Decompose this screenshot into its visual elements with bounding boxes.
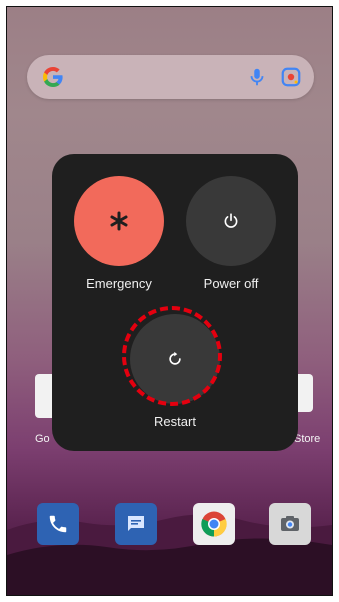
restart-icon (169, 351, 181, 365)
power-icon (224, 213, 238, 228)
power-off-button[interactable] (186, 176, 276, 266)
phone-app-icon[interactable] (37, 503, 79, 545)
message-icon (128, 516, 144, 531)
power-menu-dialog: Emergency Power off Restart (52, 154, 298, 451)
home-screen: Go Store Emergency Power off Restart (6, 6, 333, 596)
dock (7, 503, 332, 551)
lens-icon[interactable] (280, 66, 302, 88)
google-g-icon (43, 67, 63, 87)
restart-label: Restart (154, 414, 196, 429)
background-widget-right-label: Store (294, 433, 321, 445)
restart-button[interactable] (130, 314, 220, 404)
emergency-label: Emergency (86, 276, 152, 291)
chrome-icon (201, 511, 227, 537)
chrome-app-icon[interactable] (193, 503, 235, 545)
power-off-label: Power off (203, 276, 259, 291)
asterisk-icon (110, 211, 128, 231)
emergency-button[interactable] (74, 176, 164, 266)
phone-icon (49, 515, 67, 533)
background-widget-left-label: Go (35, 433, 50, 445)
camera-icon (281, 516, 299, 531)
mic-icon[interactable] (246, 66, 268, 88)
messages-app-icon[interactable] (115, 503, 157, 545)
camera-app-icon[interactable] (269, 503, 311, 545)
search-bar[interactable] (27, 55, 314, 99)
